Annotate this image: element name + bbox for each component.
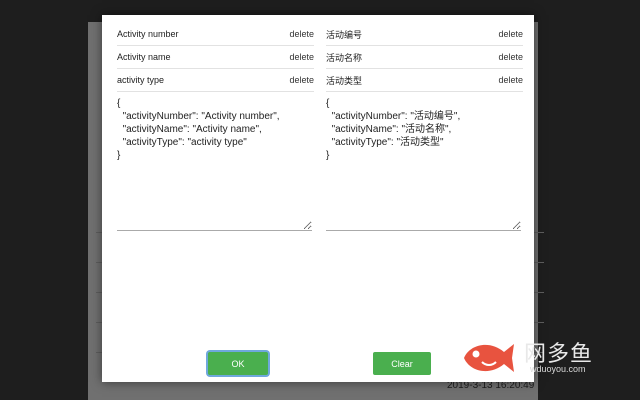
field-label: 活动名称 [326,52,363,63]
field-label: activity type [117,75,165,85]
field-row: activity type delete [117,69,314,92]
field-row: Activity name delete [117,46,314,69]
field-row: 活动编号 delete [326,23,523,46]
left-column: Activity number delete Activity name del… [117,23,314,236]
delete-link[interactable]: delete [289,52,314,62]
left-json-textarea[interactable]: { "activityNumber": "Activity number", "… [117,95,312,231]
ok-button[interactable]: OK [208,352,268,375]
field-label: Activity name [117,52,171,62]
field-row: 活动名称 delete [326,46,523,69]
delete-link[interactable]: delete [289,29,314,39]
delete-link[interactable]: delete [289,75,314,85]
fish-logo-icon [464,344,514,372]
delete-link[interactable]: delete [498,29,523,39]
field-row: 活动类型 delete [326,69,523,92]
right-json-textarea[interactable]: { "activityNumber": "活动编号", "activityNam… [326,95,521,231]
translation-modal: Activity number delete Activity name del… [102,15,534,382]
delete-link[interactable]: delete [498,52,523,62]
field-label: 活动编号 [326,29,363,40]
delete-link[interactable]: delete [498,75,523,85]
watermark: 网多鱼 wduoyou.com [460,332,620,380]
field-label: Activity number [117,29,179,39]
watermark-url: wduoyou.com [530,364,586,374]
right-column: 活动编号 delete 活动名称 delete 活动类型 delete { "a… [326,23,523,236]
clear-button[interactable]: Clear [373,352,431,375]
field-label: 活动类型 [326,75,363,86]
field-row: Activity number delete [117,23,314,46]
